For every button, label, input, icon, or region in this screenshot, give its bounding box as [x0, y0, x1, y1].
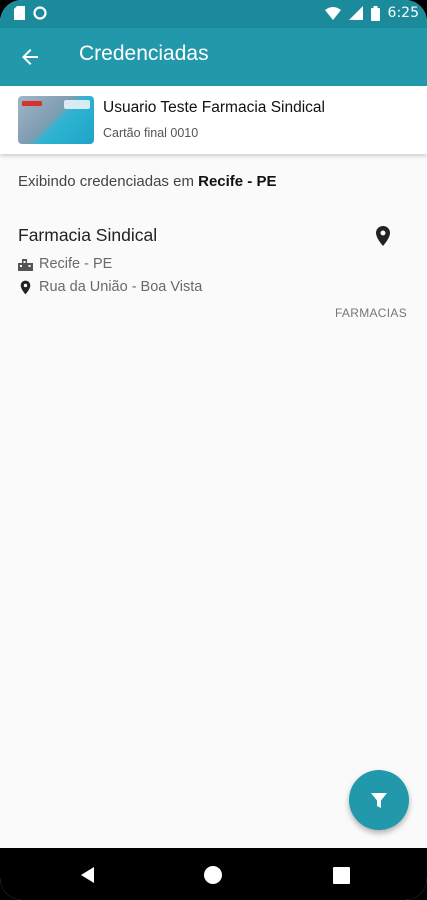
location-info-prefix: Exibindo credenciadas em — [18, 173, 199, 190]
back-arrow-icon — [22, 49, 38, 65]
pharmacy-address-row: Rua da União - Boa Vista — [18, 279, 202, 295]
nav-recents-button[interactable] — [330, 864, 352, 886]
nav-home-icon — [204, 866, 222, 884]
status-right-icons: 6:25 — [324, 5, 419, 21]
app-screen: 6:25 Credenciadas Usuario Teste Farmacia… — [0, 0, 427, 900]
city-icon — [18, 259, 33, 271]
card-holder-name: Usuario Teste Farmacia Sindical — [103, 99, 325, 116]
card-logo — [64, 100, 90, 109]
app-bar: Credenciadas — [0, 28, 427, 86]
nav-back-icon — [81, 867, 94, 883]
pharmacy-name: Farmacia Sindical — [18, 225, 158, 245]
battery-icon — [370, 5, 380, 21]
card-end-number: Cartão final 0010 — [103, 126, 199, 140]
card-image — [18, 96, 94, 144]
status-left-icons — [14, 6, 47, 20]
location-pin-icon — [376, 226, 390, 246]
sync-circle-icon — [33, 6, 47, 20]
location-info: Exibindo credenciadas em Recife - PE — [18, 173, 276, 190]
filter-icon — [371, 793, 387, 808]
filter-button[interactable] — [349, 770, 409, 830]
pharmacy-city: Recife - PE — [39, 256, 113, 272]
signal-icon — [348, 6, 363, 20]
system-nav-bar — [0, 848, 427, 900]
pharmacy-category: FARMACIAS — [334, 306, 407, 320]
sd-card-icon — [14, 6, 25, 20]
status-time: 6:25 — [387, 5, 419, 21]
pharmacy-address: Rua da União - Boa Vista — [39, 279, 203, 295]
nav-back-button[interactable] — [77, 864, 99, 886]
list-item[interactable]: Farmacia Sindical Recife - PE Rua da Uni… — [0, 215, 427, 325]
page-title: Credenciadas — [79, 42, 209, 65]
card-selector[interactable]: Usuario Teste Farmacia Sindical Cartão f… — [0, 86, 427, 154]
nav-home-button[interactable] — [202, 864, 224, 886]
nav-recents-icon — [332, 866, 350, 884]
location-info-city: Recife - PE — [198, 173, 277, 190]
status-bar: 6:25 — [0, 0, 427, 28]
address-pin-icon — [20, 280, 31, 294]
wifi-icon — [324, 7, 341, 20]
map-button[interactable] — [373, 225, 393, 247]
back-button[interactable] — [14, 41, 46, 73]
pharmacy-city-row: Recife - PE — [18, 256, 112, 272]
